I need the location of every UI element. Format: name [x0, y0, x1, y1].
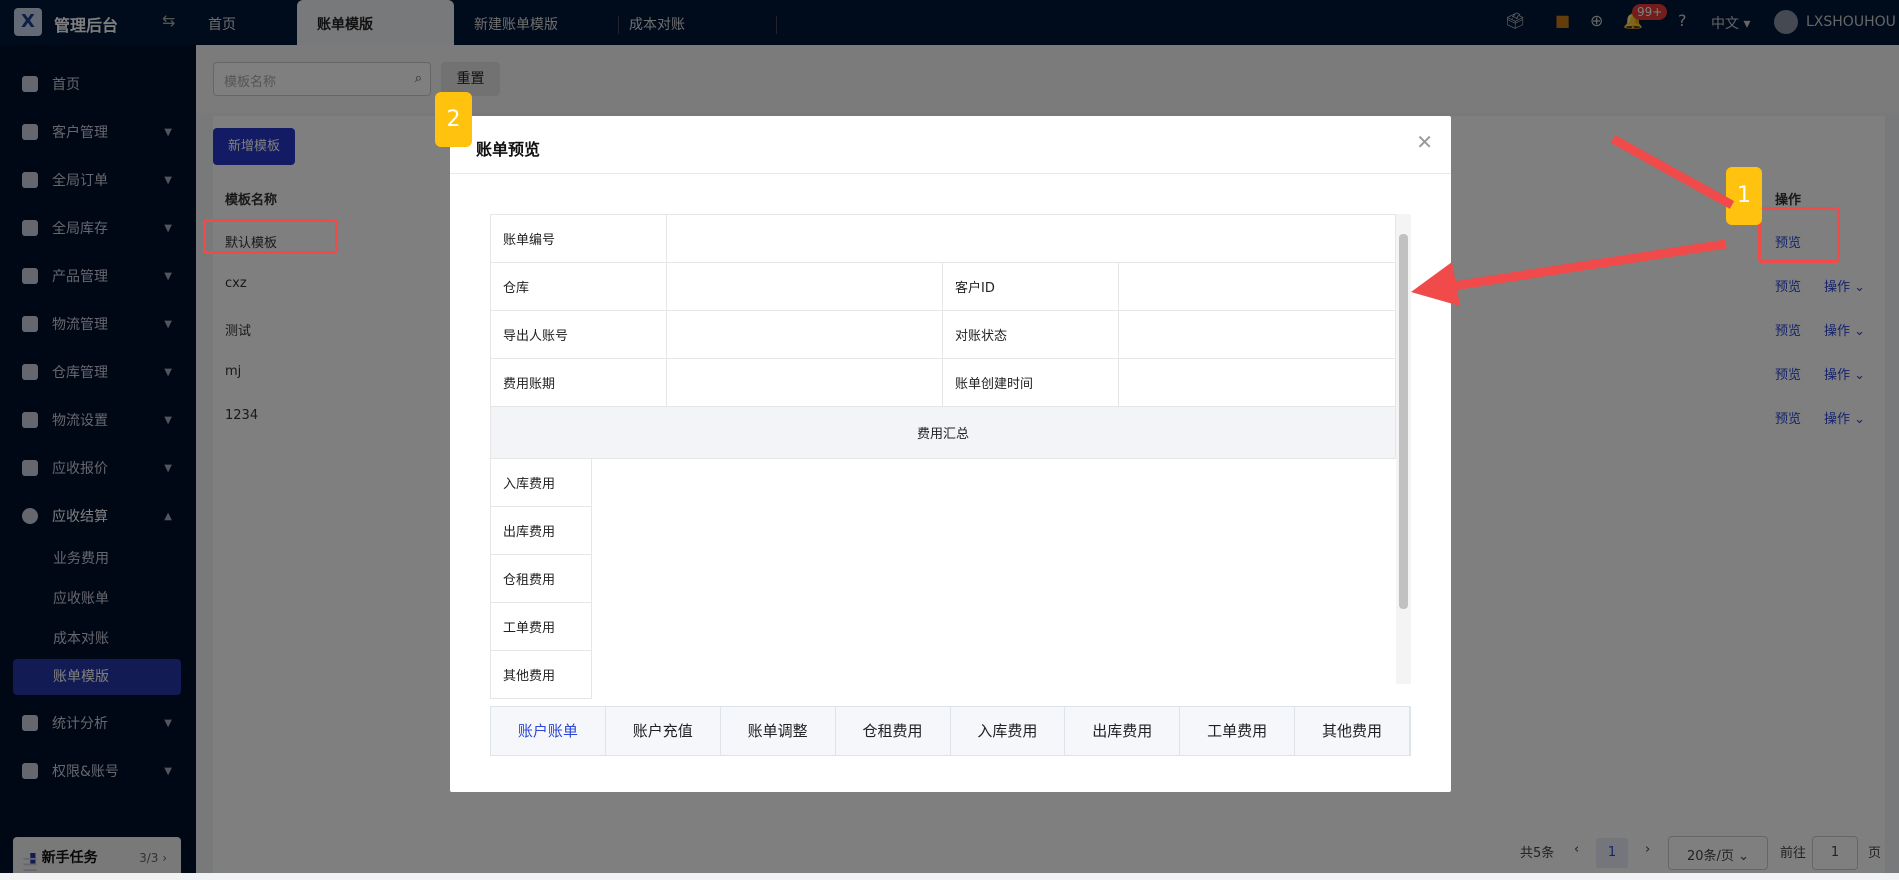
arrow-line — [1610, 135, 1735, 209]
annotation-arrows — [1411, 135, 1735, 306]
arrow-line — [1439, 239, 1727, 293]
arrow-head-icon — [1411, 262, 1460, 306]
